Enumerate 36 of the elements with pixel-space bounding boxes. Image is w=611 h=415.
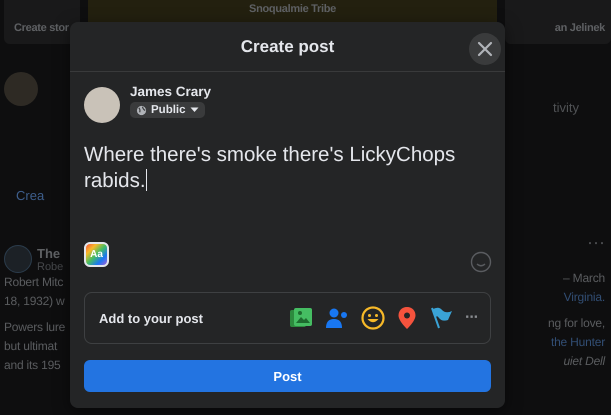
text-background-button[interactable]: Aa xyxy=(84,242,109,267)
post-text: – March xyxy=(563,270,605,287)
post-text: Powers lure xyxy=(4,319,66,336)
photo-icon[interactable] xyxy=(289,307,314,329)
story-label: an Jelinek xyxy=(554,22,605,34)
post-text: Robert Mitc xyxy=(4,274,64,291)
post-subtitle: Robe xyxy=(37,260,64,272)
location-pin-icon[interactable] xyxy=(397,306,418,330)
post-button[interactable]: Post xyxy=(84,360,491,392)
avatar xyxy=(4,245,32,273)
close-icon[interactable] xyxy=(477,41,493,57)
story-label: Snoqualmie Tribe xyxy=(249,3,336,15)
post-text-field[interactable]: Where there's smoke there's LickyChops rabids. xyxy=(84,142,491,241)
author-name: James Crary xyxy=(130,84,212,99)
post-text: but ultimat xyxy=(4,338,58,355)
flag-icon[interactable] xyxy=(429,306,454,330)
action-label: Crea xyxy=(15,188,46,203)
post-author: The xyxy=(37,246,62,260)
globe-icon xyxy=(136,104,147,116)
caret-icon xyxy=(190,107,199,113)
dialog-title: Create post xyxy=(240,36,334,56)
action-label: tivity xyxy=(552,100,579,115)
post-text: uiet Dell xyxy=(563,353,605,370)
more-icon: ··· xyxy=(587,235,605,249)
post-text: 18, 1932) w xyxy=(4,293,66,310)
smiley-icon[interactable] xyxy=(361,306,386,330)
tag-people-icon[interactable] xyxy=(325,307,350,329)
story-label: Create stor xyxy=(14,22,69,34)
post-text: and its 195 xyxy=(4,357,62,374)
post-text: ng for love, xyxy=(548,315,605,332)
add-to-post-label: Add to your post xyxy=(99,310,203,326)
audience-button[interactable]: Public xyxy=(130,102,205,118)
more-options-icon[interactable]: ··· xyxy=(465,309,478,327)
close-button[interactable] xyxy=(469,33,501,65)
avatar xyxy=(4,72,38,106)
avatar xyxy=(84,87,120,123)
